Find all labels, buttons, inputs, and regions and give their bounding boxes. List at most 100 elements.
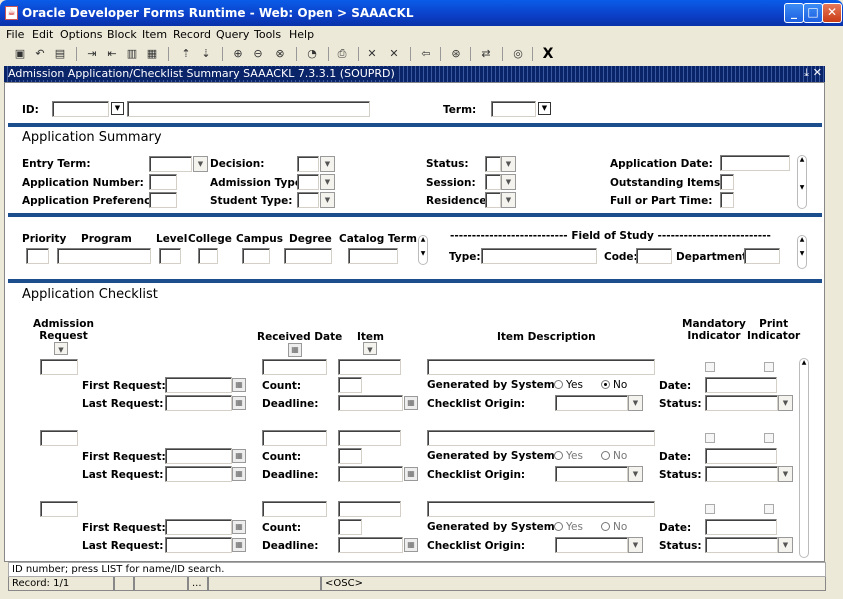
calendar-icon[interactable]: ▦ [232, 538, 246, 552]
calendar-icon[interactable]: ▦ [404, 538, 418, 552]
menu-edit[interactable]: Edit [32, 28, 53, 41]
calendar-icon[interactable]: ▦ [404, 396, 418, 410]
residence-dropdown-icon[interactable]: ▼ [501, 192, 516, 208]
mandatory-checkbox[interactable] [705, 504, 715, 514]
deadline-field[interactable] [338, 466, 403, 482]
menu-block[interactable]: Block [107, 28, 137, 41]
received-date-field[interactable] [262, 501, 327, 517]
list-icon[interactable]: ⇄ [478, 46, 494, 62]
status-dropdown-icon[interactable]: ▼ [501, 156, 516, 172]
first-request-field[interactable] [165, 448, 232, 464]
print-checkbox[interactable] [764, 504, 774, 514]
id-field[interactable] [52, 101, 109, 117]
generated-no-radio[interactable] [601, 451, 610, 460]
admission-request-field[interactable] [40, 501, 78, 517]
checklist-origin-dropdown-icon[interactable]: ▼ [628, 395, 643, 411]
close-form-icon[interactable]: ✕ [813, 66, 822, 79]
item-code-field[interactable] [338, 430, 401, 446]
calendar-icon[interactable]: ▦ [404, 467, 418, 481]
generated-yes-radio[interactable] [554, 451, 563, 460]
last-request-field[interactable] [165, 466, 232, 482]
clear-field-icon[interactable]: ✕ [364, 46, 380, 62]
count-field[interactable] [338, 448, 362, 464]
calendar-icon[interactable]: ▦ [232, 520, 246, 534]
remove-record-icon[interactable]: ⊖ [250, 46, 266, 62]
deadline-field[interactable] [338, 537, 403, 553]
select-icon[interactable]: ⇥ [84, 46, 100, 62]
decision-dropdown-icon[interactable]: ▼ [320, 156, 335, 172]
checklist-origin-field[interactable] [555, 466, 628, 482]
options-icon[interactable]: ⊛ [448, 46, 464, 62]
item-dropdown-icon[interactable]: ▼ [363, 342, 377, 355]
curriculum-scrollbar[interactable]: ▲ ▼ [418, 235, 428, 265]
menu-options[interactable]: Options [60, 28, 102, 41]
generated-yes-radio[interactable] [554, 380, 563, 389]
date-field[interactable] [705, 519, 777, 535]
checklist-origin-field[interactable] [555, 537, 628, 553]
previous-icon[interactable]: ⇦ [418, 46, 434, 62]
maximize-button[interactable]: □ [803, 3, 823, 23]
generated-no-radio[interactable] [601, 380, 610, 389]
restore-form-icon[interactable]: ⤓ [804, 66, 809, 80]
menu-item[interactable]: Item [142, 28, 167, 41]
study-scrollbar[interactable]: ▲ ▼ [797, 235, 807, 269]
status-field[interactable] [705, 537, 778, 553]
first-request-field[interactable] [165, 377, 232, 393]
clear-record-icon[interactable]: ✕ [386, 46, 402, 62]
menu-file[interactable]: File [6, 28, 24, 41]
summary-scrollbar[interactable]: ▲ ▼ [797, 155, 807, 209]
rollback-icon[interactable]: ↶ [32, 46, 48, 62]
status-dropdown-icon[interactable]: ▼ [778, 395, 793, 411]
admission-type-dropdown-icon[interactable]: ▼ [320, 174, 335, 190]
last-request-field[interactable] [165, 537, 232, 553]
date-field[interactable] [705, 448, 777, 464]
entry-term-dropdown-icon[interactable]: ▼ [193, 156, 208, 172]
last-request-field[interactable] [165, 395, 232, 411]
save-icon[interactable]: ▣ [12, 46, 28, 62]
item-code-field[interactable] [338, 501, 401, 517]
deadline-field[interactable] [338, 395, 403, 411]
application-number-field[interactable] [149, 174, 177, 190]
term-field[interactable] [491, 101, 536, 117]
student-type-dropdown-icon[interactable]: ▼ [320, 192, 335, 208]
mandatory-checkbox[interactable] [705, 433, 715, 443]
print-icon[interactable]: ⎙ [334, 46, 350, 62]
window-vertical-scrollbar[interactable] [827, 82, 841, 562]
id-dropdown-icon[interactable]: ▼ [111, 102, 124, 115]
checklist-origin-field[interactable] [555, 395, 628, 411]
admission-request-field[interactable] [40, 430, 78, 446]
count-field[interactable] [338, 377, 362, 393]
received-date-field[interactable] [262, 359, 327, 375]
generated-yes-radio[interactable] [554, 522, 563, 531]
exit-icon[interactable]: X [540, 46, 556, 62]
delete-record-icon[interactable]: ⊗ [272, 46, 288, 62]
menu-help[interactable]: Help [289, 28, 314, 41]
calendar-icon[interactable]: ▦ [232, 449, 246, 463]
date-field[interactable] [705, 377, 777, 393]
calendar-icon[interactable]: ▦ [232, 467, 246, 481]
enter-query-icon[interactable]: ◔ [304, 46, 320, 62]
print-checkbox[interactable] [764, 362, 774, 372]
calendar-icon[interactable]: ▦ [232, 378, 246, 392]
previous-record-icon[interactable]: ⇡ [178, 46, 194, 62]
status-field[interactable] [705, 395, 778, 411]
insert-record-icon[interactable]: ⊕ [230, 46, 246, 62]
status-dropdown-icon[interactable]: ▼ [778, 466, 793, 482]
print-checkbox[interactable] [764, 433, 774, 443]
next-block-icon[interactable]: ▦ [144, 46, 160, 62]
exit-block-icon[interactable]: ⇤ [104, 46, 120, 62]
checklist-origin-dropdown-icon[interactable]: ▼ [628, 537, 643, 553]
status-dropdown-icon[interactable]: ▼ [778, 537, 793, 553]
status-field[interactable] [705, 466, 778, 482]
print-preview-icon[interactable]: ▤ [52, 46, 68, 62]
checklist-origin-dropdown-icon[interactable]: ▼ [628, 466, 643, 482]
admission-request-field[interactable] [40, 359, 78, 375]
count-field[interactable] [338, 519, 362, 535]
item-code-field[interactable] [338, 359, 401, 375]
menu-query[interactable]: Query [216, 28, 249, 41]
checklist-scrollbar[interactable]: ▲ [799, 358, 809, 558]
close-button[interactable]: ✕ [822, 3, 842, 23]
menu-record[interactable]: Record [173, 28, 211, 41]
session-dropdown-icon[interactable]: ▼ [501, 174, 516, 190]
received-date-field[interactable] [262, 430, 327, 446]
